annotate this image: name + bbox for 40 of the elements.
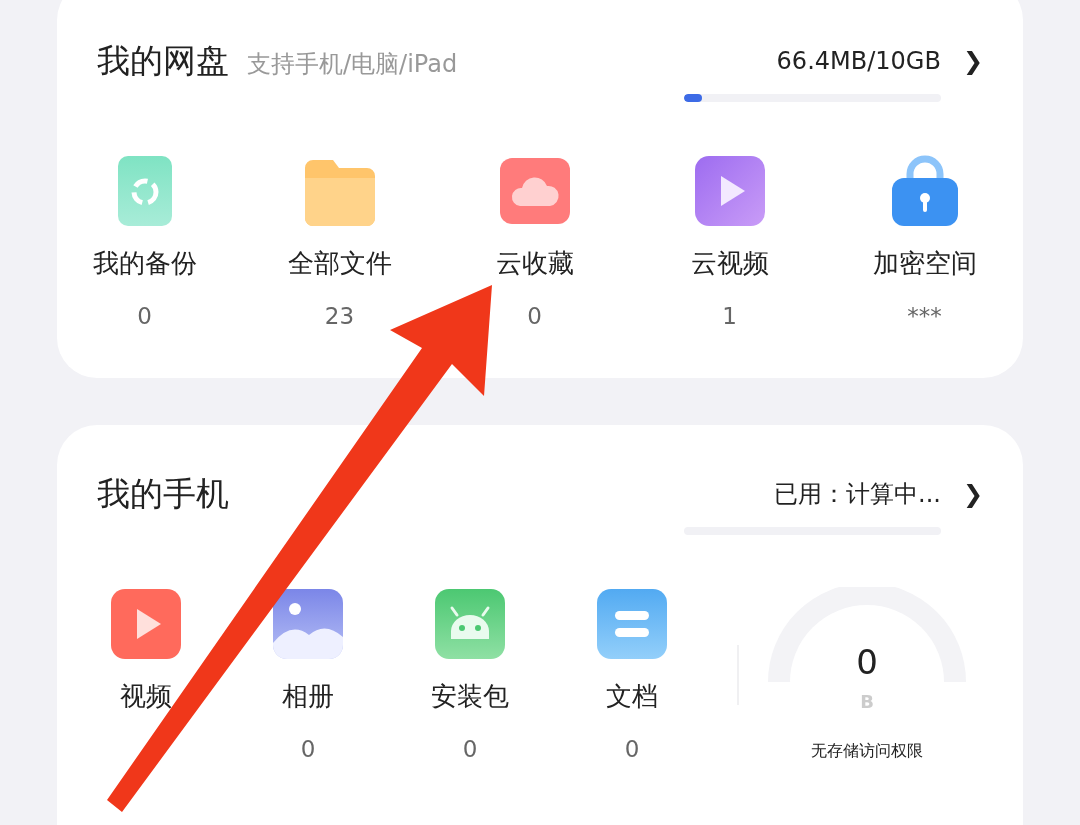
category-count: 23	[324, 301, 355, 331]
category-label: 视频	[120, 679, 172, 713]
play-icon	[692, 153, 767, 228]
storage-category[interactable]: 全部文件 23	[242, 153, 437, 333]
category-label: 加密空间	[872, 246, 977, 280]
storage-category[interactable]: 视频	[65, 586, 227, 766]
category-label: 安装包	[431, 679, 509, 713]
card-subtitle: 支持手机/电脑/iPad	[247, 49, 458, 80]
card-title: 我的手机	[97, 473, 229, 515]
chevron-icon[interactable]: ❯	[962, 475, 983, 512]
category-label: 全部文件	[287, 246, 392, 280]
category-count: 0	[137, 301, 152, 331]
category-count: 0	[462, 734, 478, 764]
storage-category[interactable]: 文档 0	[551, 586, 713, 766]
storage-note: 无存储访问权限	[811, 739, 923, 762]
category-label: 我的备份	[92, 246, 197, 280]
category-count: 0	[527, 301, 542, 331]
storage-category[interactable]: 加密空间 ***	[827, 153, 1022, 333]
category-label: 云视频	[690, 246, 769, 280]
android-icon	[433, 586, 507, 661]
gauge-value: 0	[856, 640, 878, 684]
storage-category[interactable]: 云视频 1	[632, 153, 827, 333]
chevron-icon[interactable]: ❯	[962, 42, 983, 79]
category-label: 文档	[606, 679, 658, 713]
document-icon	[595, 586, 669, 661]
category-count: 0	[300, 734, 316, 764]
usage-text: 66.4MB/10GB	[776, 45, 941, 77]
category-label: 云收藏	[495, 246, 574, 280]
image-icon	[271, 586, 345, 661]
storage-category[interactable]: 云收藏 0	[437, 153, 632, 333]
storage-category[interactable]: 相册 0	[227, 586, 389, 766]
storage-category[interactable]: 我的备份 0	[47, 153, 242, 333]
storage-category[interactable]: 安装包 0	[389, 586, 551, 766]
category-count: 1	[722, 301, 737, 331]
category-count: 0	[624, 734, 640, 764]
usage-text: 已用：计算中...	[774, 478, 941, 510]
play-icon	[109, 586, 183, 661]
card-title: 我的网盘	[97, 40, 229, 82]
category-count: ***	[907, 301, 942, 331]
category-label: 相册	[282, 679, 334, 713]
